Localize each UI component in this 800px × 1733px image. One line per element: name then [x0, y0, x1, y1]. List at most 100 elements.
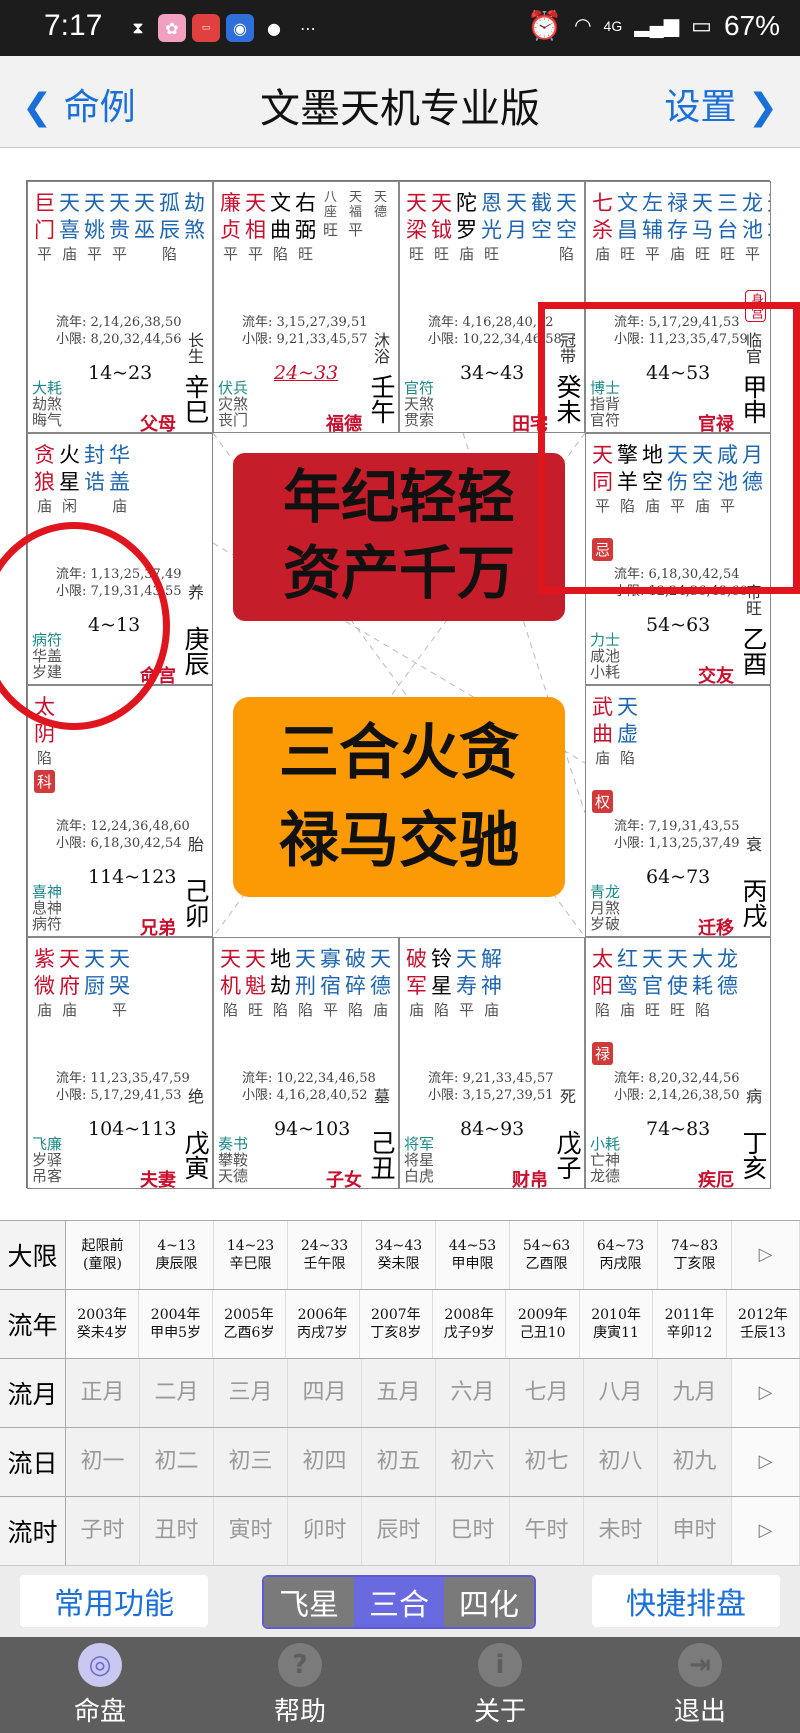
star-brightness: 庙 [61, 1001, 77, 1019]
palace-yin[interactable]: 紫微紫微庙天府天府庙天厨天厨天哭天哭平流年: 11,23,35,47,59小限:… [27, 937, 213, 1189]
star-char-2: 寿 [456, 974, 477, 998]
star: 巨门巨门平 [32, 190, 57, 264]
tab-about[interactable]: i 关于 [400, 1637, 600, 1733]
time-cell[interactable]: 2007年 丁亥8岁 [359, 1290, 434, 1358]
feixing-tab[interactable]: 飞星 [264, 1577, 354, 1627]
time-cell[interactable]: 丑时 [140, 1497, 214, 1565]
time-cell[interactable]: 七月 [510, 1359, 584, 1427]
time-cell[interactable]: 子时 [66, 1497, 140, 1565]
time-cell[interactable]: 初八 [584, 1428, 658, 1496]
banner-line2: 资产千万 [282, 539, 515, 607]
palace-wu[interactable]: 廉贞廉贞平天相天相平文曲文曲陷右弼右弼旺八座八座旺天福天福平天德天德月德月德阴煞… [213, 181, 399, 433]
time-cell[interactable]: 未时 [584, 1497, 658, 1565]
tab-exit[interactable]: ⇥ 退出 [600, 1637, 800, 1733]
time-cell[interactable]: 九月 [658, 1359, 732, 1427]
time-cell[interactable]: 2009年 己丑10 [506, 1290, 580, 1358]
time-cell[interactable]: 初二 [140, 1428, 214, 1496]
star: 天贵天贵平 [107, 190, 132, 264]
time-cell[interactable]: 初九 [658, 1428, 732, 1496]
time-cell[interactable]: 午时 [510, 1497, 584, 1565]
star-char-2: 诰 [84, 470, 105, 494]
time-cell[interactable]: 24~33 壬午限 [288, 1221, 362, 1289]
star-char-1: 天 [84, 947, 105, 971]
palace-zi[interactable]: 破军破军庙铃星铃星陷天寿天寿平解神解神庙流年: 9,21,33,45,57小限:… [399, 937, 585, 1189]
star-brightness: 平 [222, 245, 238, 263]
time-cell[interactable]: 初三 [214, 1428, 288, 1496]
time-cell[interactable]: 四月 [288, 1359, 362, 1427]
time-cell[interactable]: 初五 [362, 1428, 436, 1496]
star-char-1: 劫 [184, 191, 205, 215]
star-char-1: 右 [295, 191, 316, 215]
star-brightness: 庙 [770, 244, 771, 264]
common-functions-button[interactable]: 常用功能 [20, 1575, 208, 1627]
time-cell[interactable]: 辰时 [362, 1497, 436, 1565]
time-cell[interactable]: 2006年 丙戌7岁 [286, 1290, 360, 1358]
time-cell[interactable]: 64~73 丙戌限 [584, 1221, 658, 1289]
star-brightness: 庙 [408, 1001, 424, 1019]
wifi-icon: ◠ [574, 15, 592, 37]
time-cell[interactable]: 2004年 甲申5岁 [139, 1290, 213, 1358]
tab-chart[interactable]: ◎ 命盘 [0, 1637, 200, 1733]
time-cell[interactable]: 2011年 辛卯12 [653, 1290, 727, 1358]
flow-years: 流年: 7,19,31,43,55 小限: 1,13,25,37,49 [614, 819, 740, 851]
tab-help[interactable]: ? 帮助 [200, 1637, 400, 1733]
star: 廉贞廉贞平 [218, 190, 243, 264]
time-cell[interactable]: 初六 [436, 1428, 510, 1496]
time-cell[interactable]: 44~53 甲申限 [436, 1221, 510, 1289]
more-arrow[interactable]: ▷ [732, 1359, 800, 1427]
star: 地劫地劫陷 [268, 946, 293, 1020]
time-cell[interactable]: 五月 [362, 1359, 436, 1427]
time-cell[interactable]: 2005年 乙酉6岁 [212, 1290, 287, 1358]
time-cell[interactable]: 寅时 [214, 1497, 288, 1565]
sihua-tab[interactable]: 四化 [444, 1577, 534, 1627]
time-cell[interactable]: 三月 [214, 1359, 288, 1427]
star-brightness: 平 [111, 245, 127, 263]
sanhe-tab[interactable]: 三合 [354, 1577, 444, 1627]
star: 天才天才庙 [765, 190, 771, 264]
time-cell[interactable]: 二月 [140, 1359, 214, 1427]
star-char-2: 座 [323, 205, 337, 220]
star-char-1: 陀 [456, 191, 477, 215]
time-cell[interactable]: 六月 [436, 1359, 510, 1427]
time-cell[interactable]: 2008年 戊子9岁 [433, 1290, 507, 1358]
time-cell[interactable]: 初七 [510, 1428, 584, 1496]
star-char-1: 天 [84, 191, 105, 215]
time-row: 流年 2003年 癸未4岁 2004年 甲申5岁 2005年 乙酉6岁 2006年 丙戌7岁 20… [0, 1290, 800, 1359]
time-cell[interactable]: 申时 [658, 1497, 732, 1565]
settings-button[interactable]: 设置 ❯ [664, 78, 778, 130]
more-arrow[interactable]: ▷ [732, 1497, 800, 1565]
palace-hai[interactable]: 太阳太阳陷红鸾红鸾庙天官天官旺天使天使旺大耗大耗陷龙德龙德禄流年: 8,20,3… [585, 937, 771, 1189]
star: 天姚天姚平 [82, 190, 107, 264]
palace-chou[interactable]: 天机天机陷天魁天魁旺地劫地劫陷天刑天刑陷寡宿寡宿平破碎破碎陷天德天德庙流年: 1… [213, 937, 399, 1189]
time-cell[interactable]: 卯时 [288, 1497, 362, 1565]
time-cell[interactable]: 2003年 癸未4岁 [66, 1290, 140, 1358]
time-cell[interactable]: 2010年 庚寅11 [579, 1290, 654, 1358]
time-cell[interactable]: 34~43 癸未限 [362, 1221, 436, 1289]
more-arrow[interactable]: ▷ [732, 1428, 800, 1496]
star-brightness: 庙 [669, 245, 685, 263]
time-cell[interactable]: 起限前 (童限) [66, 1221, 140, 1289]
sihua-badge: 禄 [592, 1040, 614, 1065]
flow-years: 流年: 9,21,33,45,57 小限: 3,15,27,39,51 [428, 1071, 554, 1103]
time-cell[interactable]: 初四 [288, 1428, 362, 1496]
time-cell[interactable]: 54~63 乙酉限 [510, 1221, 584, 1289]
time-cell[interactable]: 74~83 丁亥限 [658, 1221, 732, 1289]
palace-xu[interactable]: 武曲武曲庙天虚天虚陷权流年: 7,19,31,43,55小限: 1,13,25,… [585, 685, 771, 937]
quick-chart-button[interactable]: 快捷排盘 [592, 1575, 780, 1627]
time-cell[interactable]: 八月 [584, 1359, 658, 1427]
more-arrow[interactable]: ▷ [732, 1221, 800, 1289]
palace-si[interactable]: 巨门巨门平天喜天喜庙天姚天姚平天贵天贵平天巫天巫孤辰孤辰陷劫煞劫煞流年: 2,1… [27, 181, 213, 433]
time-cell[interactable]: 巳时 [436, 1497, 510, 1565]
age-range: 94~103 [274, 1118, 351, 1140]
star-char-1: 恩 [481, 191, 502, 215]
star-char-2: 存 [667, 218, 688, 242]
time-cell[interactable]: 2012年 壬辰13 [726, 1290, 800, 1358]
star-char-1: 天 [506, 191, 527, 215]
time-cell[interactable]: 初一 [66, 1428, 140, 1496]
star-brightness: 陷 [161, 245, 177, 263]
star-char-1: 七 [592, 191, 613, 215]
time-cell[interactable]: 正月 [66, 1359, 140, 1427]
time-cell[interactable]: 14~23 辛巳限 [214, 1221, 288, 1289]
time-cell[interactable]: 4~13 庚辰限 [140, 1221, 214, 1289]
star-brightness: 旺 [322, 221, 338, 239]
